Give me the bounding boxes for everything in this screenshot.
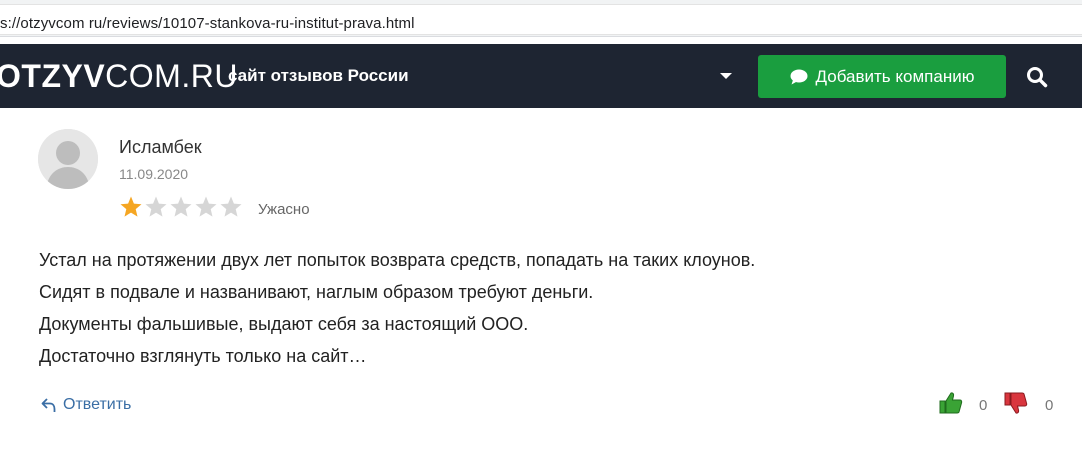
review-line: Документы фальшивые, выдают себя за наст…	[39, 314, 529, 334]
dislike-count: 0	[1045, 397, 1054, 414]
review-author[interactable]: Исламбек	[119, 137, 202, 158]
star-empty-icon	[220, 196, 242, 217]
search-icon[interactable]	[1026, 66, 1048, 88]
add-company-label: Добавить компанию	[815, 66, 975, 86]
chat-bubble-icon	[790, 69, 808, 84]
logo-bold-part: OTZYV	[0, 58, 106, 94]
logo-rest-part: COM.RU	[105, 58, 238, 94]
star-empty-icon	[170, 196, 192, 217]
thumbs-down-icon[interactable]	[1004, 391, 1028, 415]
site-logo[interactable]: OTZYVCOM.RU	[0, 59, 238, 93]
like-count: 0	[979, 397, 988, 414]
reply-button[interactable]: Ответить	[41, 396, 131, 414]
caret-down-icon[interactable]	[720, 73, 732, 79]
avatar	[38, 129, 98, 189]
star-filled-icon	[120, 196, 142, 217]
reply-label: Ответить	[63, 396, 132, 413]
review-line: Сидят в подвале и названивают, наглым об…	[39, 282, 594, 302]
review-date: 11.09.2020	[119, 166, 189, 182]
review-line: Достаточно взглянуть только на сайт…	[39, 346, 367, 366]
url-text[interactable]: s://otzyvcom ru/reviews/10107-stankova-r…	[0, 15, 415, 32]
add-company-button[interactable]: Добавить компанию	[758, 55, 1006, 98]
site-header: OTZYVCOM.RU сайт отзывов России Добавить…	[0, 44, 1082, 108]
address-field[interactable]: s://otzyvcom ru/reviews/10107-stankova-r…	[0, 4, 1082, 35]
star-empty-icon	[195, 196, 217, 217]
reply-arrow-icon	[41, 398, 56, 412]
review-line: Устал на протяжении двух лет попыток воз…	[39, 250, 756, 270]
review-text: Устал на протяжении двух лет попыток воз…	[39, 248, 1039, 376]
browser-url-bar: s://otzyvcom ru/reviews/10107-stankova-r…	[0, 0, 1082, 37]
rating-label: Ужасно	[258, 201, 310, 218]
site-tagline: сайт отзывов России	[228, 66, 409, 85]
thumbs-up-icon[interactable]	[939, 391, 963, 415]
user-placeholder-icon	[38, 129, 98, 189]
star-empty-icon	[145, 196, 167, 217]
rating-stars	[119, 195, 249, 219]
